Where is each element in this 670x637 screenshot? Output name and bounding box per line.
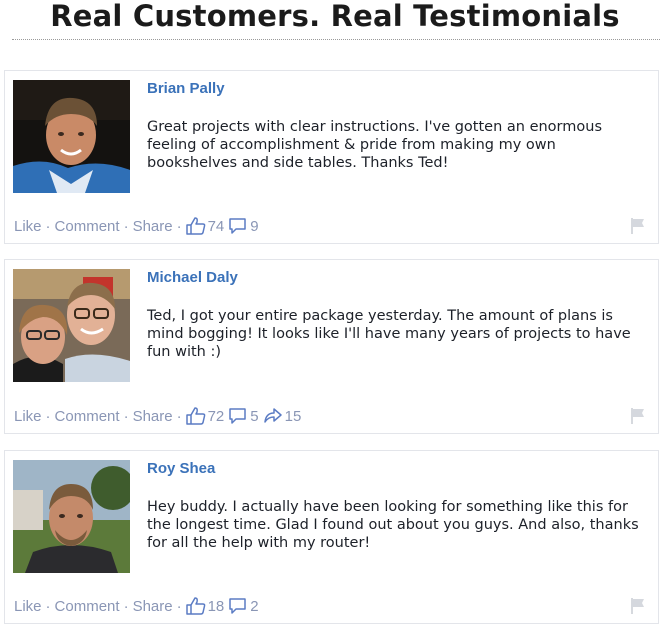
comment-count[interactable]: 2 <box>228 597 259 615</box>
avatar <box>13 460 130 573</box>
comment-count[interactable]: 5 <box>228 407 259 425</box>
like-count[interactable]: 18 <box>185 597 225 615</box>
thumbs-up-icon <box>185 217 205 235</box>
comment-link[interactable]: Comment <box>55 598 120 615</box>
avatar <box>13 80 130 193</box>
action-bar: Like · Comment · Share · 18 2 <box>14 597 263 615</box>
like-link[interactable]: Like <box>14 598 42 615</box>
like-count[interactable]: 74 <box>185 217 225 235</box>
like-link[interactable]: Like <box>14 218 42 235</box>
separator: · <box>45 217 51 235</box>
separator: · <box>45 597 51 615</box>
separator: · <box>45 407 51 425</box>
testimonial-text: Ted, I got your entire package yesterday… <box>147 308 631 360</box>
comment-link[interactable]: Comment <box>55 218 120 235</box>
testimonial-card-roy-shea: Roy Shea Hey buddy. I actually have been… <box>4 450 659 624</box>
speech-bubble-icon <box>229 218 247 234</box>
flag-icon[interactable] <box>629 407 647 425</box>
flag-icon[interactable] <box>629 217 647 235</box>
flag-icon[interactable] <box>629 597 647 615</box>
share-count[interactable]: 15 <box>263 407 302 425</box>
author-name[interactable]: Roy Shea <box>147 460 215 477</box>
share-count-value: 15 <box>284 407 302 425</box>
separator: · <box>123 597 129 615</box>
separator: · <box>123 217 129 235</box>
share-link[interactable]: Share <box>133 408 173 425</box>
like-count-value: 74 <box>207 217 225 235</box>
action-bar: Like · Comment · Share · 74 9 <box>14 217 263 235</box>
author-name[interactable]: Brian Pally <box>147 80 225 97</box>
like-count-value: 18 <box>207 597 225 615</box>
share-link[interactable]: Share <box>133 218 173 235</box>
comment-count-value: 2 <box>250 597 259 615</box>
speech-bubble-icon <box>229 408 247 424</box>
share-arrow-icon <box>263 408 282 423</box>
thumbs-up-icon <box>185 597 205 615</box>
like-link[interactable]: Like <box>14 408 42 425</box>
testimonial-card-michael-daly: Michael Daly Ted, I got your entire pack… <box>4 259 659 434</box>
avatar <box>13 269 130 382</box>
testimonial-card-brian-pally: Brian Pally Great projects with clear in… <box>4 70 659 244</box>
testimonial-text: Hey buddy. I actually have been looking … <box>147 499 639 551</box>
action-bar: Like · Comment · Share · 72 5 15 <box>14 407 305 425</box>
speech-bubble-icon <box>229 598 247 614</box>
comment-count-value: 9 <box>250 217 259 235</box>
share-link[interactable]: Share <box>133 598 173 615</box>
separator: · <box>176 597 182 615</box>
author-name[interactable]: Michael Daly <box>147 269 238 286</box>
comment-link[interactable]: Comment <box>55 408 120 425</box>
separator: · <box>123 407 129 425</box>
testimonial-text: Great projects with clear instructions. … <box>147 119 603 171</box>
comment-count[interactable]: 9 <box>228 217 259 235</box>
page-title: Real Customers. Real Testimonials <box>50 0 620 33</box>
like-count-value: 72 <box>207 407 225 425</box>
title-divider <box>12 39 660 40</box>
separator: · <box>176 217 182 235</box>
thumbs-up-icon <box>185 407 205 425</box>
comment-count-value: 5 <box>250 407 259 425</box>
separator: · <box>176 407 182 425</box>
like-count[interactable]: 72 <box>185 407 225 425</box>
